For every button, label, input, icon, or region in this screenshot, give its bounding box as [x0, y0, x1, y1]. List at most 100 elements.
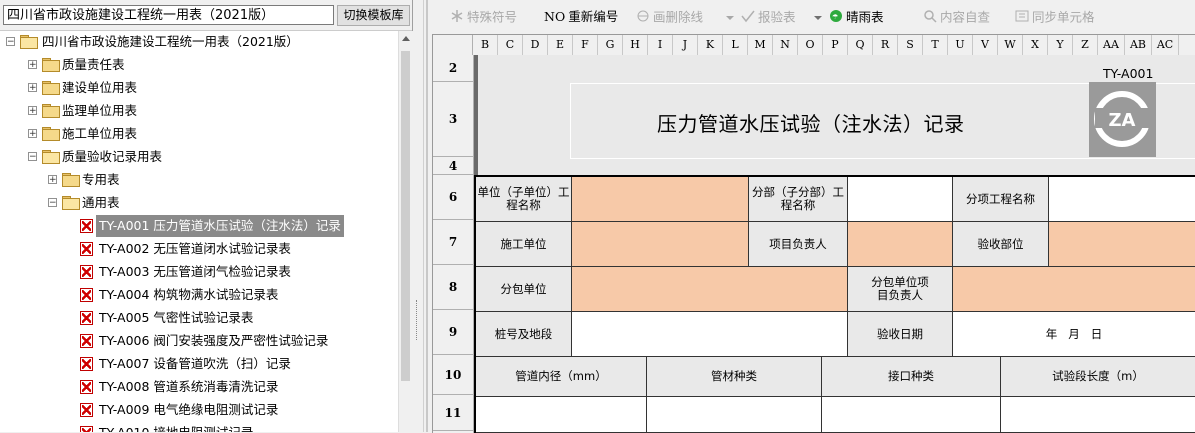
tree-item[interactable]: + 施工单位用表: [0, 123, 398, 145]
column-header[interactable]: Q: [848, 35, 873, 55]
expand-icon[interactable]: +: [28, 129, 37, 139]
column-header[interactable]: T: [923, 35, 948, 55]
column-header[interactable]: AB: [1125, 35, 1152, 55]
acceptance-location-input[interactable]: [1049, 222, 1195, 267]
content-check-button[interactable]: 内容自查: [923, 9, 990, 25]
column-header[interactable]: D: [523, 35, 548, 55]
row-header[interactable]: 9: [433, 310, 473, 355]
tree-item-label: TY-A009 电气绝缘电阻测试记录: [99, 402, 279, 417]
column-header[interactable]: H: [623, 35, 648, 55]
tree-item[interactable]: TY-A009 电气绝缘电阻测试记录: [0, 399, 398, 421]
column-header[interactable]: U: [948, 35, 973, 55]
column-header[interactable]: M: [748, 35, 773, 55]
row-header[interactable]: 10: [433, 355, 473, 395]
sync-cells-button[interactable]: 同步单元格: [1015, 9, 1095, 25]
column-header[interactable]: R: [873, 35, 898, 55]
division-project-name-input[interactable]: [848, 177, 953, 222]
form-file-icon: [80, 265, 93, 279]
tree-item[interactable]: TY-A001 压力管道水压试验（注水法）记录: [0, 215, 398, 237]
expand-icon[interactable]: +: [28, 83, 37, 93]
column-header[interactable]: P: [823, 35, 848, 55]
column-header[interactable]: C: [498, 35, 523, 55]
joint-type-input[interactable]: [822, 397, 1001, 433]
tree-item[interactable]: + 质量责任表: [0, 54, 398, 76]
tree-item[interactable]: + 专用表: [0, 169, 398, 191]
row-header[interactable]: 4: [433, 157, 473, 175]
pipe-material-input[interactable]: [647, 397, 822, 433]
row-header[interactable]: 8: [433, 265, 473, 310]
row-header[interactable]: 7: [433, 220, 473, 265]
renumber-button[interactable]: NO 重新编号: [544, 9, 618, 25]
subcontractor-label: 分包单位: [476, 267, 572, 312]
column-header[interactable]: K: [698, 35, 723, 55]
column-header[interactable]: Y: [1048, 35, 1073, 55]
tree-scrollbar[interactable]: [398, 31, 413, 432]
sync-cells-icon: [1015, 9, 1029, 27]
project-manager-input[interactable]: [848, 222, 953, 267]
tree-item[interactable]: TY-A004 构筑物满水试验记录表: [0, 284, 398, 306]
tree-item[interactable]: TY-A010 接地电阻测试记录: [0, 422, 398, 432]
column-header[interactable]: X: [1023, 35, 1048, 55]
column-header[interactable]: S: [898, 35, 923, 55]
select-all-corner[interactable]: [433, 35, 473, 55]
subcontractor-pm-input[interactable]: [953, 267, 1195, 312]
station-section-input[interactable]: [572, 312, 848, 357]
column-header[interactable]: E: [548, 35, 573, 55]
switch-template-library-button[interactable]: 切换模板库: [337, 5, 410, 26]
column-header[interactable]: B: [473, 35, 498, 55]
column-header[interactable]: F: [573, 35, 598, 55]
row-header[interactable]: 3: [433, 82, 473, 157]
form-file-icon: [80, 311, 93, 325]
column-header[interactable]: J: [673, 35, 698, 55]
tree-item[interactable]: TY-A006 阀门安装强度及严密性试验记录: [0, 330, 398, 352]
collapse-icon[interactable]: −: [6, 37, 15, 47]
strikethrough-button[interactable]: 画删除线: [636, 9, 703, 25]
expand-icon[interactable]: +: [28, 60, 37, 70]
unit-project-name-input[interactable]: [572, 177, 749, 222]
acceptance-date-input[interactable]: 年 月 日: [953, 312, 1195, 357]
tree-item[interactable]: TY-A005 气密性试验记录表: [0, 307, 398, 329]
tree-item[interactable]: − 四川省市政设施建设工程统一用表（2021版）: [0, 31, 398, 53]
column-header[interactable]: AC: [1152, 35, 1179, 55]
weather-table-button[interactable]: ☂ 晴雨表: [814, 9, 884, 25]
tree-item-label: 质量责任表: [62, 57, 125, 72]
column-header[interactable]: N: [773, 35, 798, 55]
pipe-diameter-input[interactable]: [476, 397, 647, 433]
panel-splitter[interactable]: [413, 0, 424, 432]
column-header[interactable]: G: [598, 35, 623, 55]
expand-icon[interactable]: +: [28, 106, 37, 116]
tree-item[interactable]: TY-A003 无压管道闭气检验记录表: [0, 261, 398, 283]
row-header[interactable]: 11: [433, 395, 473, 431]
tree-item[interactable]: + 监理单位用表: [0, 100, 398, 122]
subcontractor-input[interactable]: [572, 267, 848, 312]
template-library-field[interactable]: 四川省市政设施建设工程统一用表（2021版）: [3, 5, 334, 25]
tree-item[interactable]: TY-A008 管道系统消毒清洗记录: [0, 376, 398, 398]
test-length-input[interactable]: [1001, 397, 1195, 433]
pipe-material-header: 管材种类: [647, 357, 822, 397]
weather-icon: ☂: [829, 9, 843, 27]
row-header[interactable]: 2: [433, 55, 473, 82]
expand-icon[interactable]: +: [48, 175, 57, 185]
scroll-up-arrow-icon[interactable]: [402, 36, 410, 41]
column-header[interactable]: V: [973, 35, 998, 55]
special-symbol-button[interactable]: 特殊符号: [450, 9, 517, 25]
spreadsheet-editor[interactable]: B C D E F G H I J K L M N O P Q R S T U V W X Y Z AA AB AC 23467891…: [432, 34, 1195, 433]
tree-item[interactable]: − 质量验收记录用表: [0, 146, 398, 168]
tree-item[interactable]: + 建设单位用表: [0, 77, 398, 99]
contractor-input[interactable]: [572, 222, 749, 267]
collapse-icon[interactable]: −: [48, 198, 57, 208]
column-header[interactable]: L: [723, 35, 748, 55]
column-header[interactable]: Z: [1073, 35, 1098, 55]
item-project-name-input[interactable]: [1049, 177, 1195, 222]
tree-item[interactable]: TY-A007 设备管道吹洗（扫）记录: [0, 353, 398, 375]
report-check-dropdown[interactable]: 报验表: [726, 9, 796, 25]
column-header[interactable]: AA: [1098, 35, 1125, 55]
column-header[interactable]: I: [648, 35, 673, 55]
scrollbar-thumb[interactable]: [401, 51, 410, 381]
row-header[interactable]: 6: [433, 175, 473, 220]
tree-item[interactable]: − 通用表: [0, 192, 398, 214]
column-header[interactable]: O: [798, 35, 823, 55]
collapse-icon[interactable]: −: [28, 152, 37, 162]
tree-item[interactable]: TY-A002 无压管道闭水试验记录表: [0, 238, 398, 260]
column-header[interactable]: W: [998, 35, 1023, 55]
